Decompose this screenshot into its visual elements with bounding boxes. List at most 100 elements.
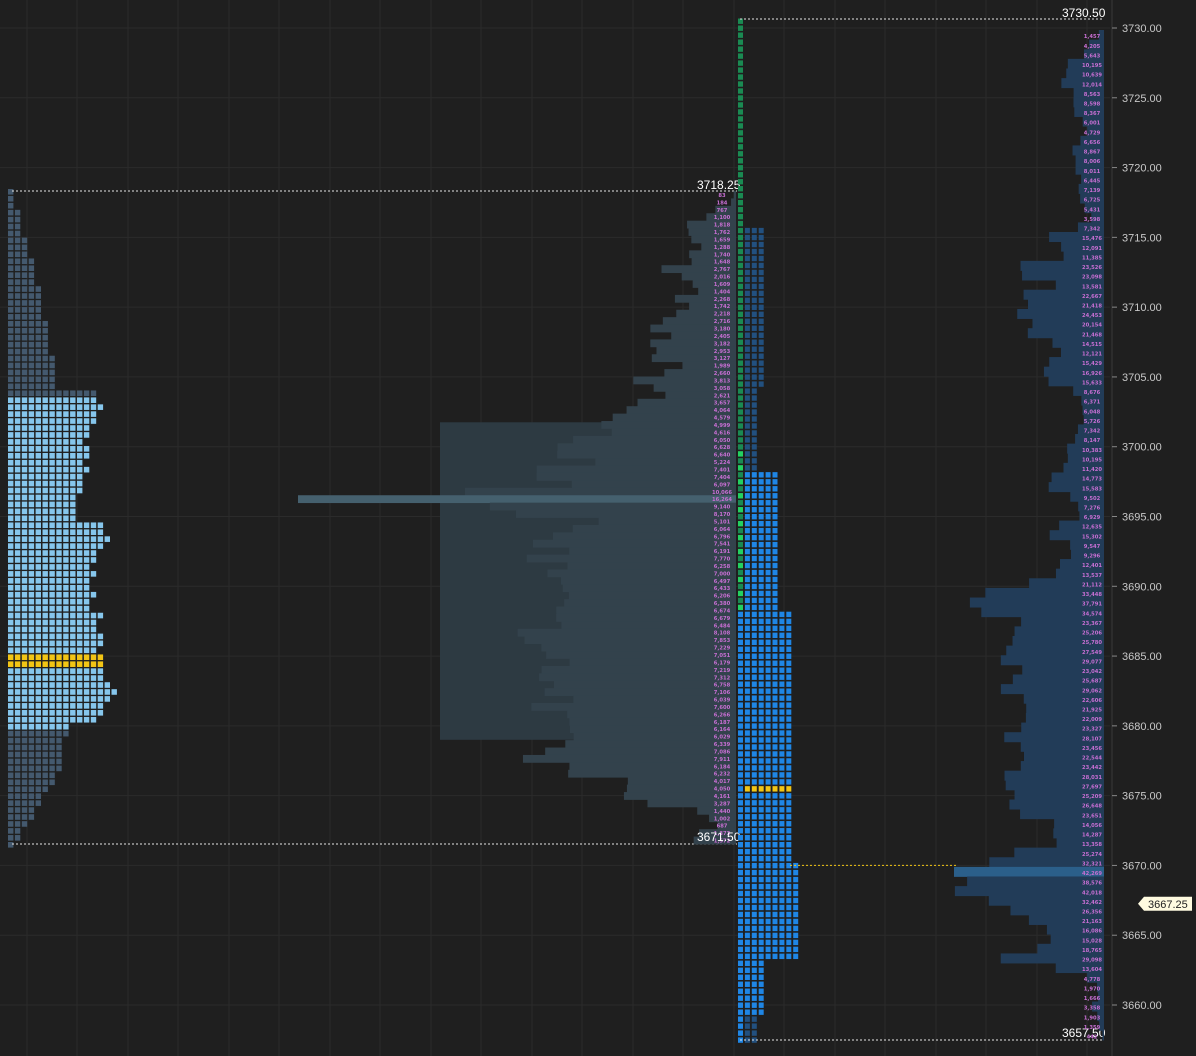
tpo-block bbox=[63, 473, 69, 480]
tpo-block bbox=[35, 515, 41, 522]
tpo-block bbox=[751, 758, 757, 764]
tpo-block bbox=[28, 682, 35, 688]
tpo-block bbox=[772, 765, 778, 771]
volume-label: 28,031 bbox=[1082, 775, 1102, 781]
tpo-block bbox=[90, 633, 97, 640]
tpo-block bbox=[77, 452, 83, 459]
tpo-block bbox=[738, 897, 743, 904]
tpo-block bbox=[772, 541, 778, 548]
tpo-block bbox=[786, 772, 792, 778]
tpo-block bbox=[738, 444, 743, 450]
tpo-block bbox=[70, 633, 76, 640]
tpo-block bbox=[751, 632, 757, 639]
volume-bar bbox=[522, 754, 736, 763]
tpo-block bbox=[772, 479, 778, 485]
tpo-block bbox=[751, 835, 757, 841]
tpo-block bbox=[793, 925, 799, 932]
tpo-block bbox=[35, 383, 41, 390]
tpo-block bbox=[758, 583, 764, 590]
tpo-block bbox=[8, 626, 14, 633]
tpo-block bbox=[14, 230, 21, 237]
tpo-block bbox=[744, 897, 750, 904]
tpo-block bbox=[738, 639, 743, 646]
tpo-block bbox=[42, 598, 48, 605]
tpo-block bbox=[21, 286, 28, 292]
tpo-block bbox=[14, 522, 21, 529]
tpo-block bbox=[49, 362, 55, 369]
tpo-block bbox=[786, 653, 792, 659]
tpo-block bbox=[14, 501, 21, 508]
tpo-block bbox=[758, 995, 764, 1001]
tpo-block bbox=[35, 459, 41, 466]
tpo-block bbox=[77, 584, 83, 591]
tpo-block bbox=[8, 202, 14, 209]
tpo-block bbox=[758, 625, 764, 632]
tpo-block bbox=[63, 404, 69, 410]
volume-label: 16,264 bbox=[712, 497, 732, 503]
tpo-block bbox=[21, 244, 28, 251]
volume-label: 3,813 bbox=[714, 378, 731, 384]
volume-label: 15,476 bbox=[1082, 236, 1102, 242]
tpo-block bbox=[765, 702, 771, 708]
tpo-block bbox=[21, 376, 28, 383]
volume-label: 7,401 bbox=[714, 467, 731, 473]
tpo-block bbox=[758, 841, 764, 848]
high-label-right: 3730.50 bbox=[1062, 6, 1106, 20]
tpo-block bbox=[779, 779, 785, 785]
tpo-block bbox=[786, 674, 792, 680]
tpo-block bbox=[28, 571, 35, 577]
tpo-block bbox=[779, 632, 785, 639]
tpo-block bbox=[83, 578, 90, 584]
tpo-block bbox=[21, 772, 28, 779]
volume-label: 8,147 bbox=[1084, 438, 1101, 444]
tpo-block bbox=[786, 632, 792, 639]
tpo-block bbox=[744, 332, 750, 338]
volume-label: 1,440 bbox=[714, 809, 731, 815]
tpo-block bbox=[77, 487, 83, 494]
tpo-block bbox=[14, 647, 21, 654]
tpo-block bbox=[772, 848, 778, 855]
volume-bar bbox=[545, 747, 736, 756]
tpo-block bbox=[28, 647, 35, 654]
tpo-block bbox=[751, 904, 757, 911]
tpo-block bbox=[28, 314, 35, 320]
volume-bar bbox=[569, 547, 736, 556]
volume-label: 15,583 bbox=[1082, 486, 1102, 492]
volume-label: 184 bbox=[717, 200, 728, 206]
tpo-block bbox=[779, 737, 785, 743]
tpo-block bbox=[738, 835, 743, 841]
tpo-block bbox=[63, 557, 69, 563]
tpo-block bbox=[786, 848, 792, 855]
tpo-block bbox=[744, 862, 750, 869]
tpo-block bbox=[63, 536, 69, 542]
volume-label: 6,725 bbox=[1084, 198, 1101, 204]
tpo-block bbox=[751, 960, 757, 967]
tpo-block bbox=[779, 681, 785, 687]
tpo-block bbox=[779, 862, 785, 869]
volume-label: 25,206 bbox=[1082, 631, 1102, 637]
tpo-block bbox=[751, 988, 757, 994]
tpo-block bbox=[28, 362, 35, 369]
tpo-block bbox=[42, 459, 48, 466]
tpo-block bbox=[751, 444, 757, 450]
tpo-block bbox=[70, 397, 76, 404]
tpo-block bbox=[35, 744, 41, 751]
tpo-block bbox=[758, 290, 764, 297]
tpo-block bbox=[751, 765, 757, 771]
tpo-block bbox=[765, 918, 771, 925]
tpo-block bbox=[758, 381, 764, 387]
tpo-block bbox=[765, 507, 771, 513]
tpo-block bbox=[14, 696, 21, 702]
tpo-block bbox=[744, 828, 750, 834]
tpo-block bbox=[772, 472, 778, 478]
tpo-block bbox=[758, 241, 764, 248]
tpo-block bbox=[63, 571, 69, 577]
tpo-block bbox=[77, 612, 83, 619]
tpo-block bbox=[21, 730, 28, 737]
volume-label: 28,107 bbox=[1082, 736, 1102, 742]
tpo-block bbox=[28, 307, 35, 313]
tpo-block bbox=[744, 409, 750, 415]
tpo-block bbox=[21, 411, 28, 417]
volume-label: 7,312 bbox=[714, 675, 731, 681]
tpo-block bbox=[83, 446, 90, 452]
